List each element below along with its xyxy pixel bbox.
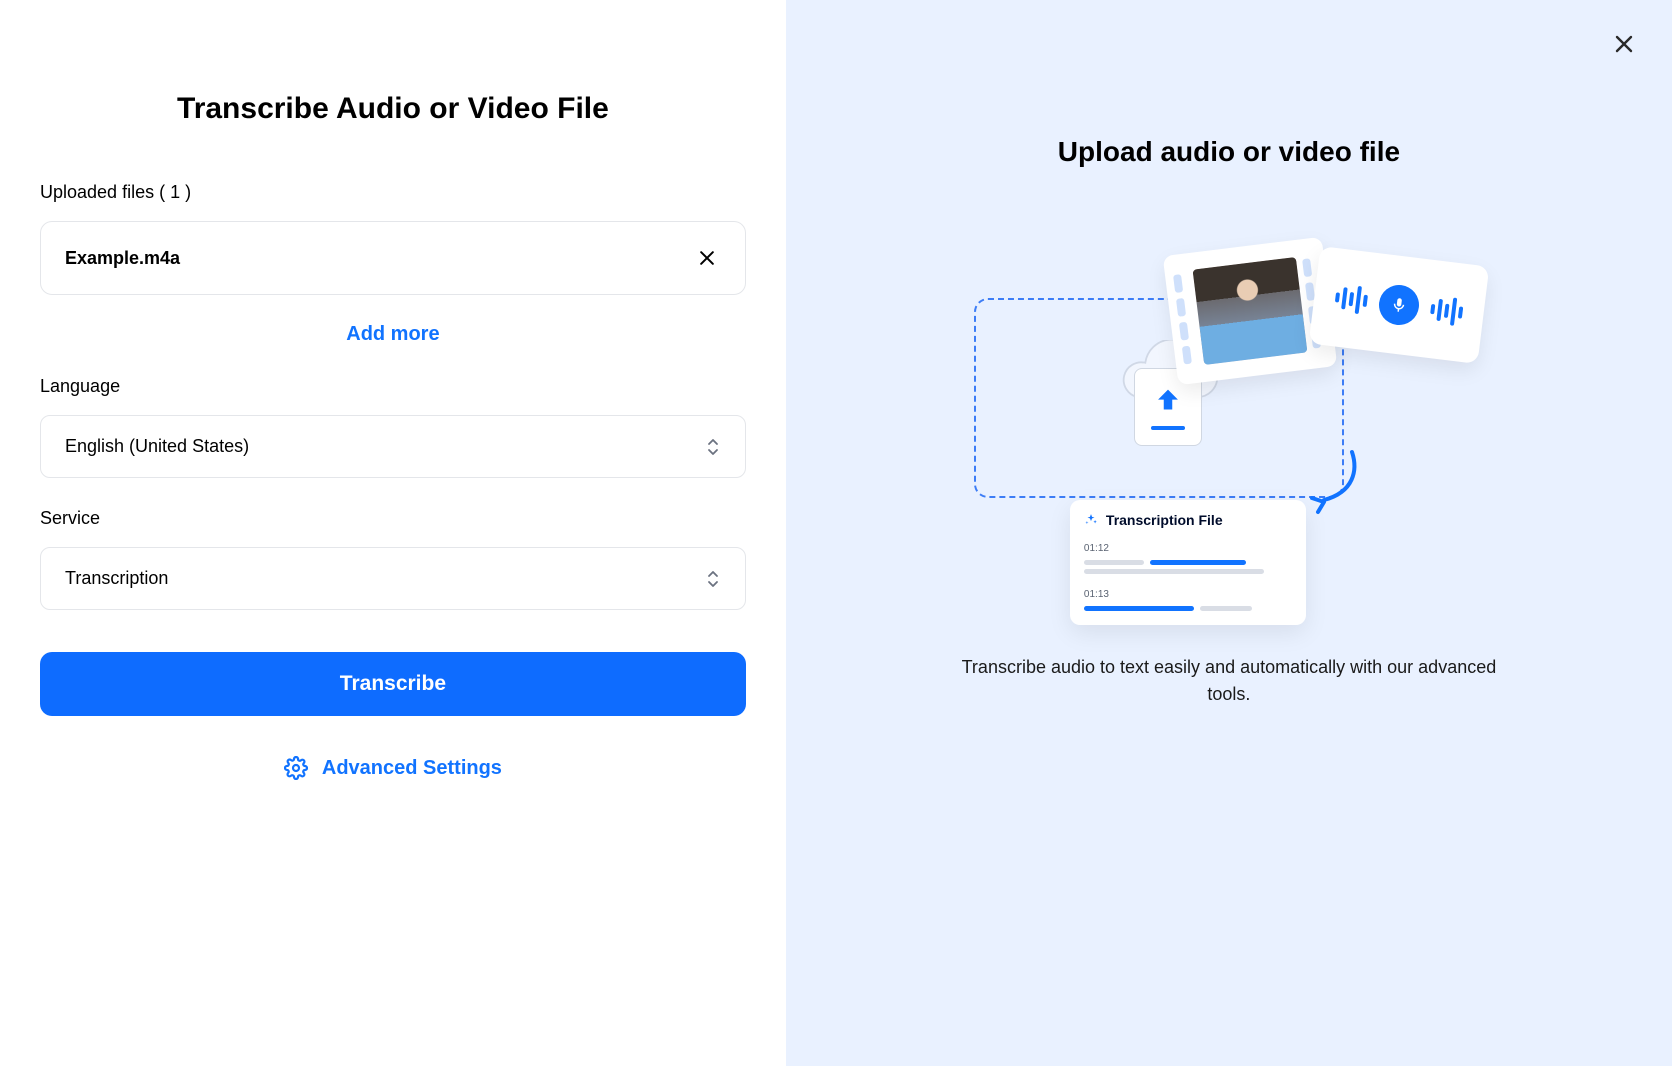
close-icon [697,248,717,268]
updown-icon [705,569,721,589]
language-value: English (United States) [65,436,249,457]
advanced-settings-label: Advanced Settings [322,757,502,780]
gear-icon [284,756,308,780]
language-select[interactable]: English (United States) [40,415,746,478]
service-value: Transcription [65,568,168,589]
transcription-file-card: Transcription File 01:12 01:13 [1070,500,1306,625]
service-label: Service [40,508,746,529]
left-pane: Transcribe Audio or Video File Uploaded … [0,0,786,1066]
mic-icon [1377,283,1422,328]
advanced-settings-button[interactable]: Advanced Settings [40,756,746,780]
right-pane: Upload audio or video file [786,0,1672,1066]
remove-file-button[interactable] [693,244,721,272]
sparkle-icon [1084,513,1098,527]
transcribe-button[interactable]: Transcribe [40,652,746,716]
timestamp-1: 01:12 [1084,543,1109,554]
updown-icon [705,437,721,457]
uploaded-file-card: Example.m4a [40,221,746,295]
illustration: Transcription File 01:12 01:13 [974,228,1484,618]
uploaded-files-label: Uploaded files ( 1 ) [40,182,746,203]
timestamp-2: 01:13 [1084,589,1109,600]
page-title: Transcribe Audio or Video File [40,92,746,126]
uploaded-file-name: Example.m4a [65,248,180,269]
audio-waveform-card [1309,246,1490,364]
close-button[interactable] [1604,24,1644,64]
service-select[interactable]: Transcription [40,547,746,610]
add-more-button[interactable]: Add more [40,323,746,346]
close-icon [1612,32,1636,56]
right-title: Upload audio or video file [1058,136,1400,168]
language-label: Language [40,376,746,397]
caption-text: Transcribe audio to text easily and auto… [959,654,1499,708]
trans-file-label: Transcription File [1106,512,1223,528]
video-thumbnail-card [1163,237,1338,386]
